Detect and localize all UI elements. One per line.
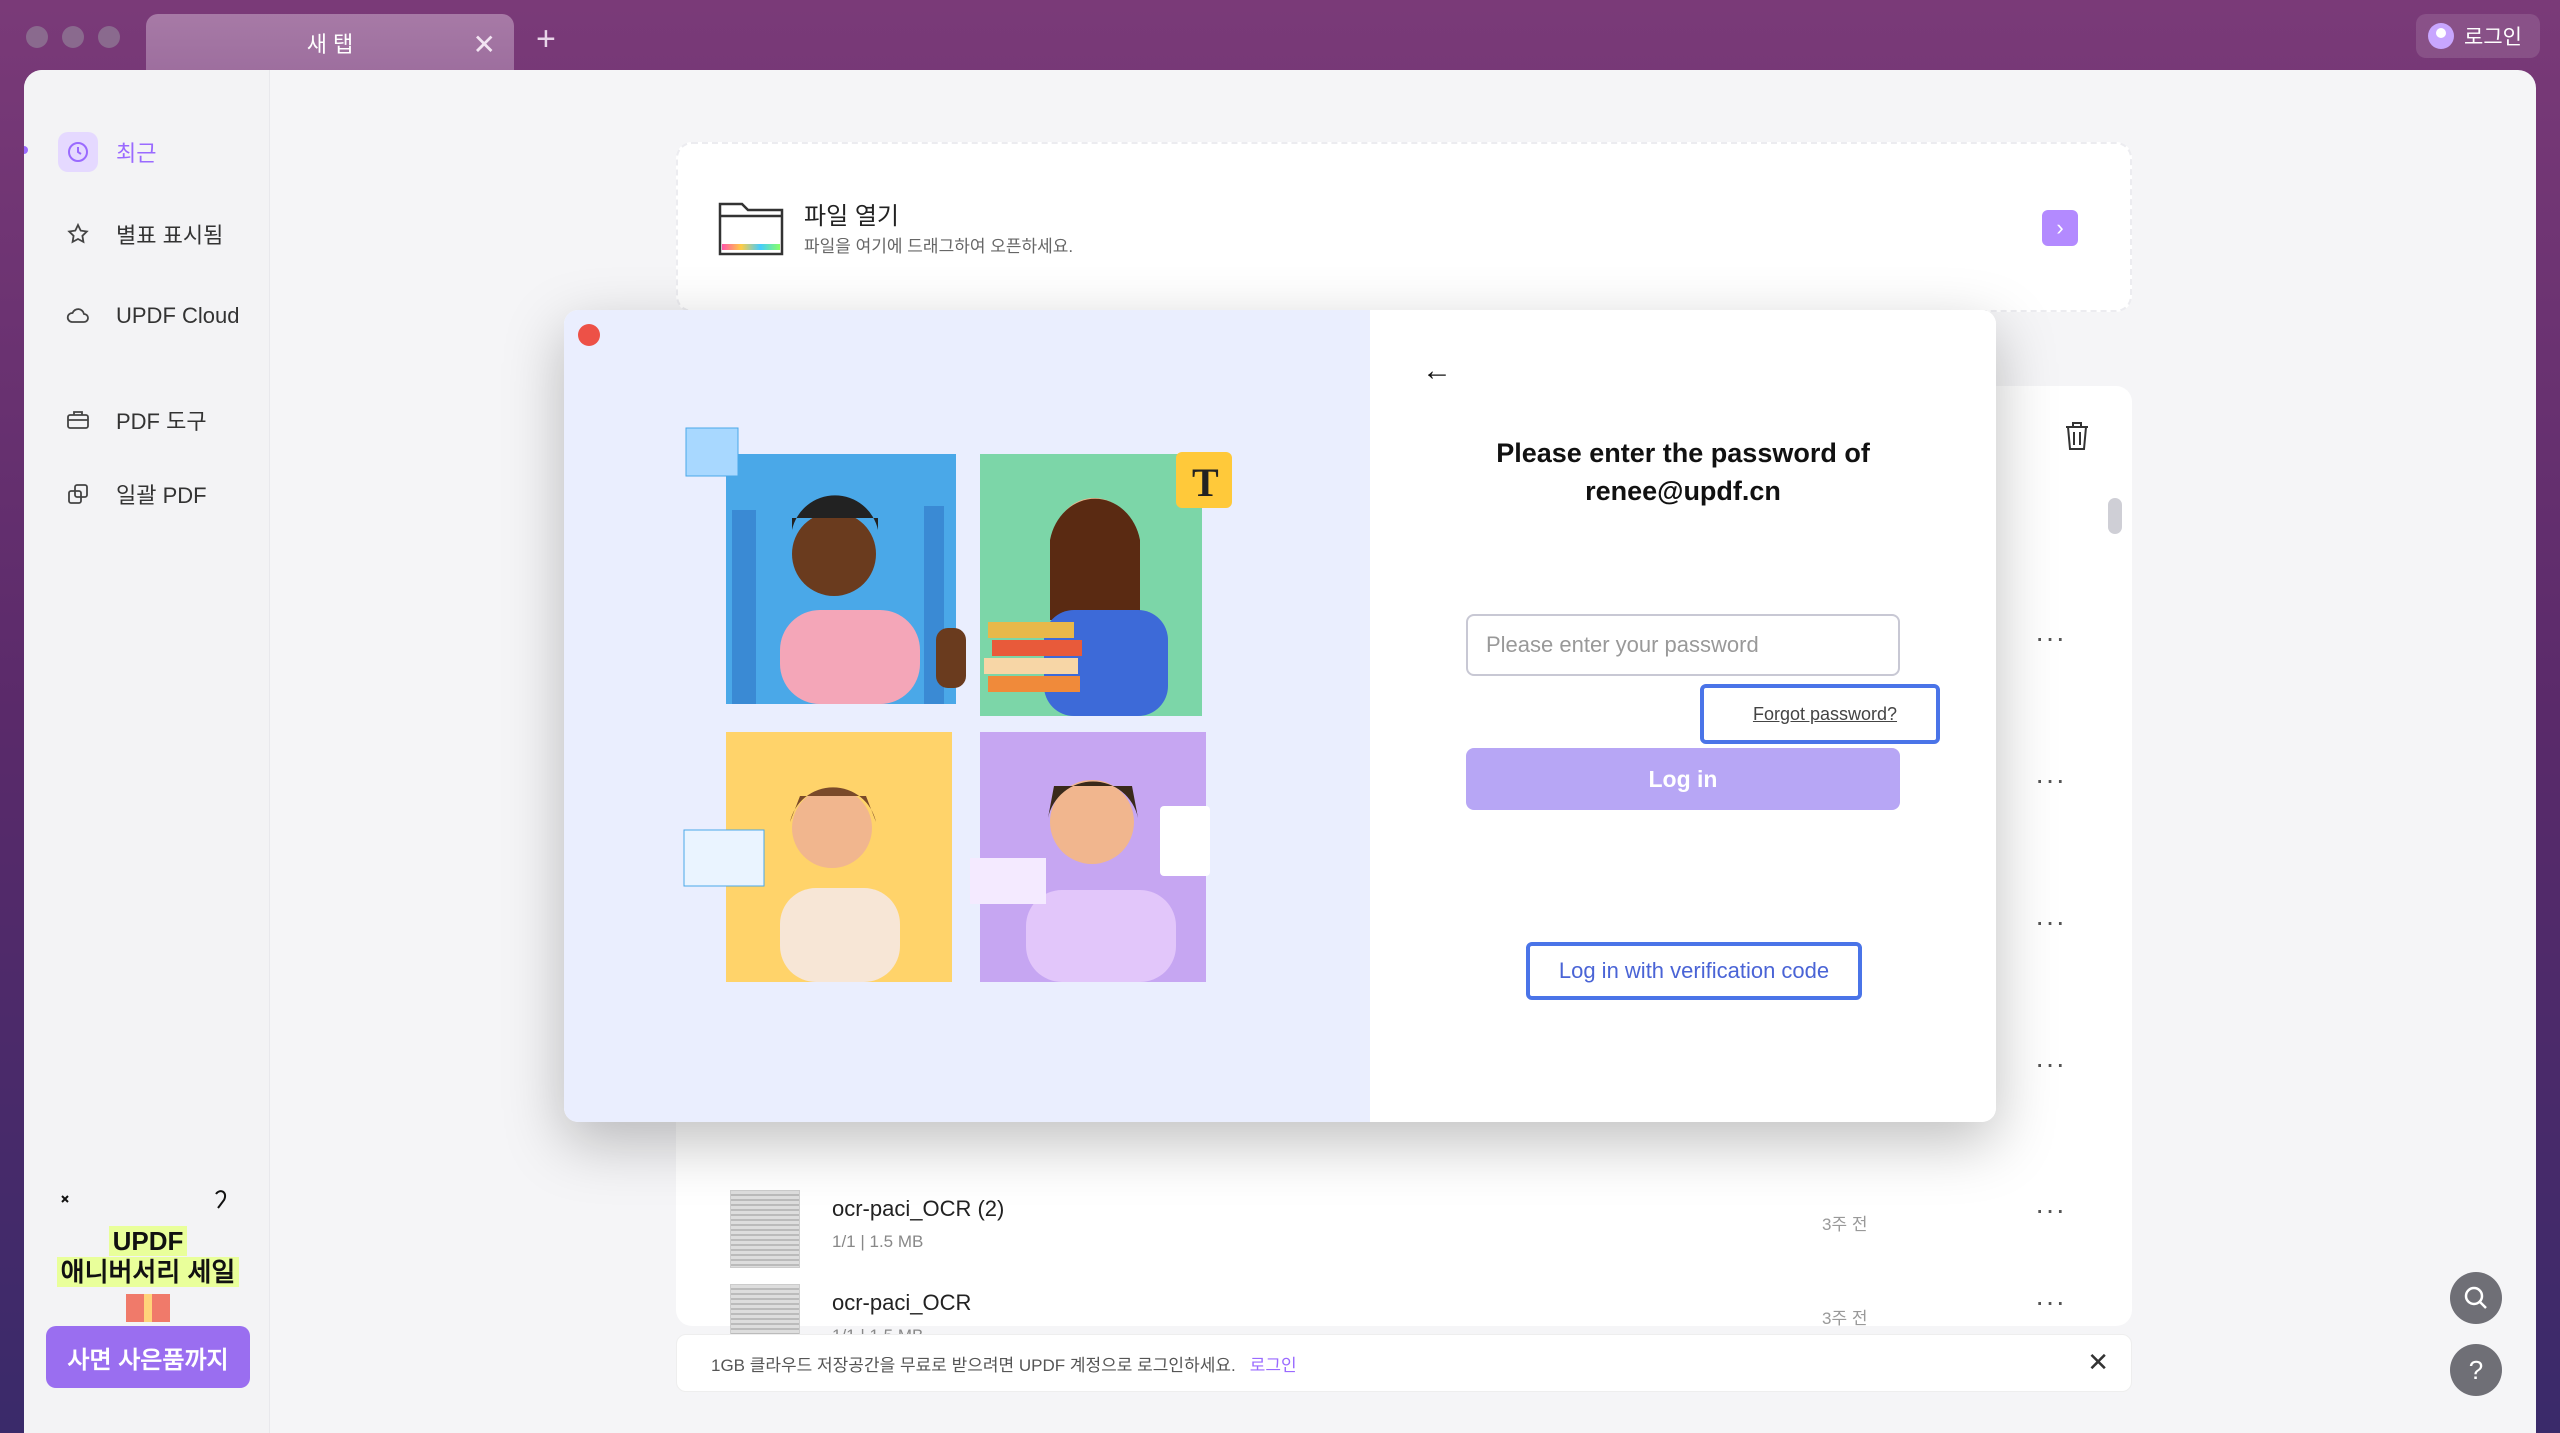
log-in-button[interactable]: Log in xyxy=(1466,748,1900,810)
prompt-line-1: Please enter the password of xyxy=(1496,438,1870,468)
dialog-form-panel: ← Please enter the password of renee@upd… xyxy=(1370,310,1996,1122)
verification-code-login-link[interactable]: Log in with verification code xyxy=(1526,942,1862,1000)
login-password-dialog: T ← Please enter the password of renee@u… xyxy=(564,310,1996,1122)
people-illustration: T xyxy=(683,427,1232,982)
dialog-illustration-panel: T xyxy=(564,310,1370,1122)
prompt-email: renee@updf.cn xyxy=(1585,476,1781,506)
back-arrow-icon[interactable]: ← xyxy=(1422,354,1452,388)
forgot-password-link[interactable]: Forgot password? xyxy=(1700,684,1940,744)
password-input[interactable] xyxy=(1466,614,1900,676)
password-prompt: Please enter the password of renee@updf.… xyxy=(1370,434,1996,510)
svg-text:T: T xyxy=(1192,460,1219,505)
